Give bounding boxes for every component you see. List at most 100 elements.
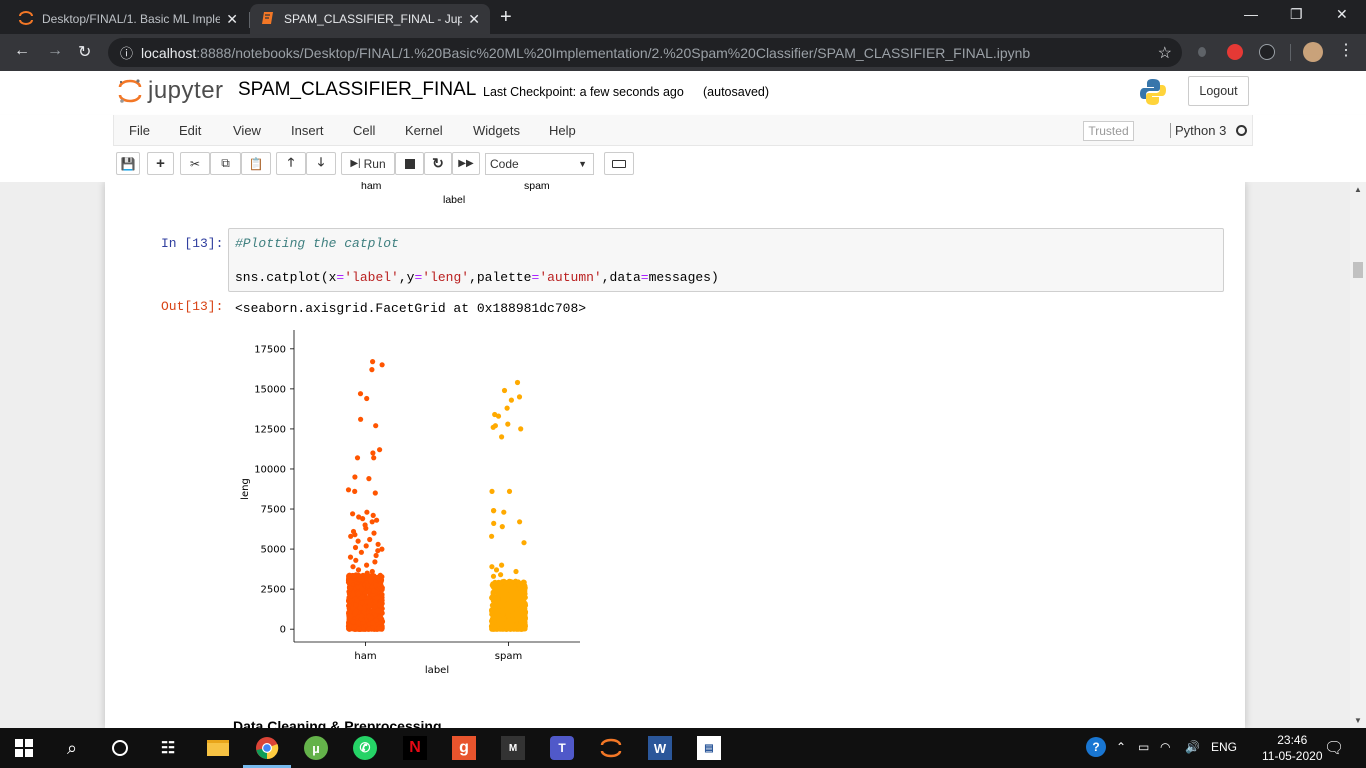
menu-view[interactable]: View [233,123,261,138]
extension-m-icon[interactable] [1259,44,1275,60]
app-icon[interactable]: M [501,736,525,760]
data-point [491,508,497,514]
data-point [493,584,499,590]
scroll-down-icon[interactable]: ▼ [1354,716,1362,725]
data-point [358,549,364,555]
run-button[interactable]: ▶| Run [341,152,395,175]
word-icon[interactable]: W [648,736,672,760]
window-close-icon[interactable]: ✕ [1336,6,1348,23]
close-icon[interactable]: ✕ [468,11,480,28]
menu-edit[interactable]: Edit [179,123,201,138]
notebook-favicon-icon [260,10,276,29]
volume-icon[interactable]: 🔊 [1185,740,1200,754]
notification-icon[interactable]: 🗨 [1324,738,1344,758]
profile-avatar[interactable] [1303,42,1323,62]
task-view-icon[interactable]: ☷ [156,736,180,760]
move-down-button[interactable]: 🡓 [306,152,336,175]
logout-button[interactable]: Logout [1188,76,1249,106]
save-button[interactable]: 💾 [116,152,140,175]
code-line: sns.catplot(x='label',y='leng',palette='… [235,270,719,285]
cut-button[interactable]: ✂ [180,152,210,175]
teams-icon[interactable]: T [550,736,574,760]
cell-type-select[interactable]: Code ▼ [485,153,594,175]
language-indicator[interactable]: ENG [1211,740,1237,754]
gaana-icon[interactable]: g [452,736,476,760]
chrome-icon[interactable] [255,736,279,760]
battery-icon[interactable]: ▭ [1138,740,1149,754]
move-up-button[interactable]: 🡑 [276,152,306,175]
notebook-name[interactable]: SPAM_CLASSIFIER_FINAL [238,79,476,101]
data-point [352,488,358,494]
y-tick-label: 2500 [261,585,286,596]
menu-kernel[interactable]: Kernel [405,123,443,138]
menu-file[interactable]: File [129,123,150,138]
reload-icon[interactable]: ↻ [78,42,91,62]
cortana-icon[interactable] [108,736,132,760]
data-point [496,579,502,585]
data-point [346,573,352,579]
command-palette-button[interactable] [604,152,634,175]
data-point [506,488,513,494]
restart-button[interactable]: ↻ [424,152,452,175]
menu-cell[interactable]: Cell [353,123,375,138]
scroll-up-icon[interactable]: ▲ [1354,185,1362,194]
insert-cell-button[interactable]: + [147,152,174,175]
arrow-down-icon: 🡓 [317,155,325,169]
back-icon[interactable]: ← [14,42,30,60]
data-point [516,597,522,604]
search-icon[interactable]: ⌕ [60,736,84,760]
bookmark-star-icon[interactable]: ☆ [1158,43,1172,63]
help-icon[interactable]: ? [1086,737,1106,757]
restore-icon[interactable]: ❐ [1290,6,1303,23]
kernel-idle-icon [1236,125,1247,136]
wifi-icon[interactable]: ◠ [1160,740,1170,754]
utorrent-icon[interactable]: µ [304,736,328,760]
data-point [506,607,512,613]
file-explorer-icon[interactable] [206,736,230,760]
y-axis-label: leng [240,478,251,500]
interrupt-button[interactable] [395,152,424,175]
system-clock[interactable]: 23:46 11-05-2020 [1262,732,1323,764]
windows-start-icon[interactable] [12,736,36,760]
data-point [355,538,361,544]
jupyter-logo-text: jupyter [148,77,224,104]
code-cell-input[interactable]: #Plotting the catplot sns.catplot(x='lab… [228,228,1224,292]
menu-insert[interactable]: Insert [291,123,324,138]
whatsapp-icon[interactable]: ✆ [353,736,377,760]
new-tab-icon[interactable]: + [500,6,512,28]
notebook-scroll-area[interactable]: ham spam label In [13]: #Plotting the ca… [0,182,1350,728]
data-point [363,543,369,549]
menu-help[interactable]: Help [549,123,576,138]
forward-icon[interactable]: → [47,42,63,60]
menu-kebab-icon[interactable]: ⋮ [1338,40,1354,60]
data-point [350,619,356,625]
document-icon[interactable]: ▤ [697,736,721,760]
extension-icon[interactable] [1198,47,1206,57]
jupyter-taskbar-icon[interactable] [599,736,623,760]
scroll-thumb[interactable] [1353,262,1363,278]
address-bar[interactable]: ⓘ localhost:8888/notebooks/Desktop/FINAL… [108,38,1182,67]
menu-widgets[interactable]: Widgets [473,123,520,138]
extension-red-icon[interactable] [1227,44,1243,60]
trusted-indicator[interactable]: Trusted [1083,121,1134,141]
tab-spam-classifier[interactable]: SPAM_CLASSIFIER_FINAL - Jupyte ✕ [250,4,490,34]
info-icon[interactable]: ⓘ [120,43,133,62]
prev-plot-xlabel: label [443,194,466,206]
y-tick-label: 10000 [254,464,286,475]
data-point [348,613,354,619]
close-icon[interactable]: ✕ [226,11,238,28]
minimize-icon[interactable]: — [1244,6,1258,22]
copy-button[interactable]: ⧉ [210,152,241,175]
data-point [348,533,354,539]
paste-button[interactable]: 📋 [241,152,271,175]
chevron-up-icon[interactable]: ⌃ [1116,740,1126,754]
save-icon: 💾 [120,156,136,171]
netflix-icon[interactable]: N [403,736,427,760]
page-scrollbar[interactable]: ▲ ▼ [1350,182,1366,728]
jupyter-logo[interactable]: jupyter [118,77,224,105]
data-point [368,615,374,621]
data-point [373,582,379,588]
tab-desktop-final[interactable]: Desktop/FINAL/1. Basic ML Imple ✕ [8,4,248,34]
data-point [507,592,513,598]
restart-run-all-button[interactable]: ▶▶ [452,152,480,175]
